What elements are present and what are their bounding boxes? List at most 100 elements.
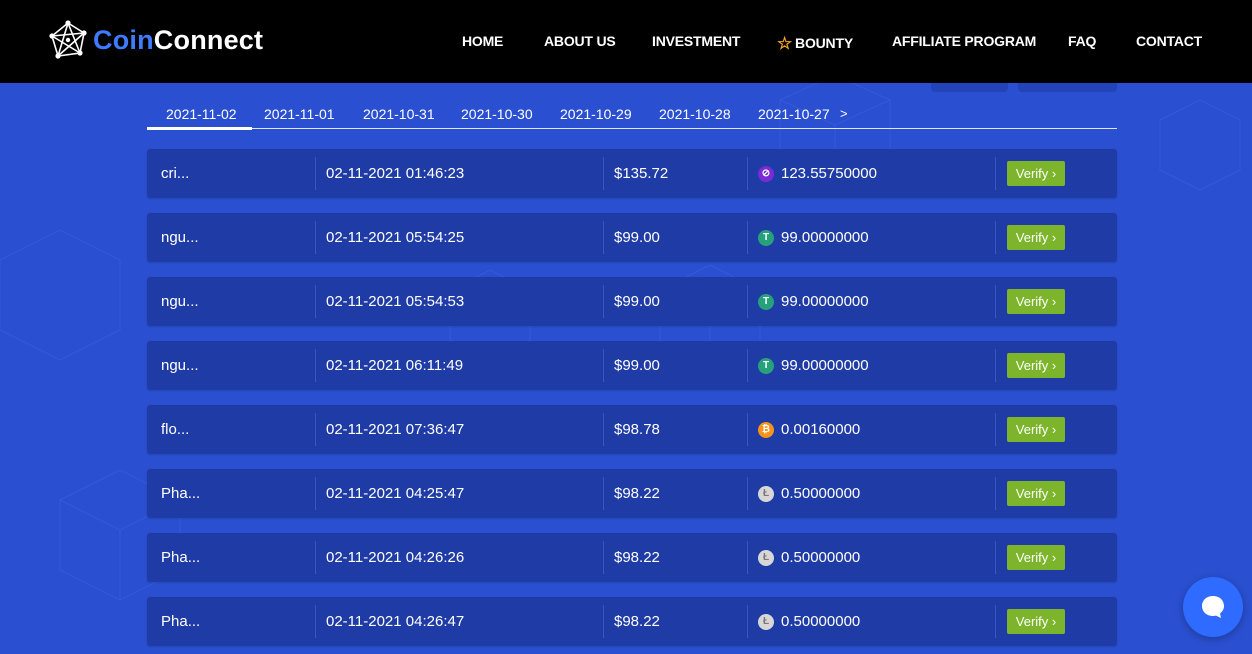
nav-home[interactable]: HOME — [462, 33, 503, 49]
row-coin-amount: 0.50000000 — [781, 549, 861, 566]
row-usd-amount: $98.22 — [614, 613, 660, 630]
column-divider — [747, 413, 748, 446]
nav-faq[interactable]: FAQ — [1068, 33, 1096, 49]
column-divider — [603, 541, 604, 574]
verify-button[interactable]: Verify › — [1007, 161, 1065, 186]
column-divider — [603, 605, 604, 638]
nav-investment[interactable]: INVESTMENT — [652, 33, 740, 49]
chat-button[interactable] — [1183, 577, 1243, 637]
column-divider — [747, 349, 748, 382]
row-username: Pha... — [161, 613, 201, 630]
table-row: Pha... 02-11-2021 04:26:26 $98.22 Ł 0.500000… — [147, 533, 1117, 582]
nav-about-us[interactable]: ABOUT US — [544, 33, 616, 49]
column-divider — [315, 605, 316, 638]
tab-date-1[interactable]: 2021-11-01 — [264, 106, 335, 122]
column-divider — [603, 221, 604, 254]
nav-bounty-label: BOUNTY — [795, 35, 853, 51]
row-coin-amount: 99.00000000 — [781, 293, 869, 310]
column-divider — [747, 157, 748, 190]
chat-bubble-icon — [1202, 596, 1224, 618]
table-row: cri... 02-11-2021 01:46:23 $135.72 ⊘ 123.557… — [147, 149, 1117, 198]
row-coin-amount: 0.00160000 — [781, 421, 861, 438]
row-username: Pha... — [161, 485, 201, 502]
verify-button[interactable]: Verify › — [1007, 353, 1065, 378]
verify-button[interactable]: Verify › — [1007, 417, 1065, 442]
table-row: ngu... 02-11-2021 06:11:49 $99.00 T 99.00000… — [147, 341, 1117, 390]
table-row: Pha... 02-11-2021 04:25:47 $98.22 Ł 0.500000… — [147, 469, 1117, 518]
table-row: ngu... 02-11-2021 05:54:53 $99.00 T 99.00000… — [147, 277, 1117, 326]
tab-date-0[interactable]: 2021-11-02 — [166, 106, 237, 122]
verify-button[interactable]: Verify › — [1007, 481, 1065, 506]
column-divider — [315, 541, 316, 574]
tab-date-6[interactable]: 2021-10-27 — [758, 106, 830, 122]
tab-date-4[interactable]: 2021-10-29 — [560, 106, 632, 122]
row-coin-amount-cell: T 99.00000000 — [758, 213, 869, 262]
row-username: ngu... — [161, 229, 199, 246]
verify-button[interactable]: Verify › — [1007, 225, 1065, 250]
column-divider — [995, 221, 996, 254]
tether-icon: T — [758, 293, 774, 310]
column-divider — [995, 157, 996, 190]
row-coin-amount-cell: T 99.00000000 — [758, 341, 869, 390]
tab-date-5[interactable]: 2021-10-28 — [659, 106, 731, 122]
row-usd-amount: $99.00 — [614, 229, 660, 246]
column-divider — [995, 413, 996, 446]
nav-bounty[interactable]: ☆ BOUNTY — [777, 33, 853, 53]
date-tabs: 2021-11-02 2021-11-01 2021-10-31 2021-10… — [147, 96, 1117, 130]
row-timestamp: 02-11-2021 04:26:26 — [326, 549, 465, 566]
row-usd-amount: $135.72 — [614, 165, 669, 182]
row-timestamp: 02-11-2021 04:25:47 — [326, 485, 465, 502]
row-username: ngu... — [161, 293, 199, 310]
row-coin-amount: 99.00000000 — [781, 357, 869, 374]
column-divider — [747, 541, 748, 574]
row-coin-amount-cell: T 99.00000000 — [758, 277, 869, 326]
tether-icon: T — [758, 357, 774, 374]
row-coin-amount-cell: Ł 0.50000000 — [758, 533, 860, 582]
row-coin-amount: 0.50000000 — [781, 613, 861, 630]
column-divider — [603, 349, 604, 382]
row-username: cri... — [161, 165, 190, 182]
column-divider — [995, 477, 996, 510]
row-timestamp: 02-11-2021 01:46:23 — [326, 165, 465, 182]
column-divider — [603, 285, 604, 318]
tab-next-arrow[interactable]: > — [840, 106, 848, 121]
column-divider — [603, 477, 604, 510]
table-row: ngu... 02-11-2021 05:54:25 $99.00 T 99.00000… — [147, 213, 1117, 262]
row-timestamp: 02-11-2021 05:54:53 — [326, 293, 465, 310]
column-divider — [315, 413, 316, 446]
column-divider — [995, 605, 996, 638]
tab-date-3[interactable]: 2021-10-30 — [461, 106, 533, 122]
row-coin-amount-cell: ₿ 0.00160000 — [758, 405, 860, 454]
row-usd-amount: $98.78 — [614, 421, 660, 438]
table-row: Pha... 02-11-2021 04:26:47 $98.22 Ł 0.500000… — [147, 597, 1117, 646]
top-navigation-bar: CoinConnect HOME ABOUT US INVESTMENT ☆ BO… — [0, 0, 1252, 83]
row-timestamp: 02-11-2021 06:11:49 — [326, 357, 464, 374]
column-divider — [995, 349, 996, 382]
bitcoin-icon: ₿ — [758, 421, 774, 438]
row-usd-amount: $99.00 — [614, 293, 660, 310]
tether-icon: T — [758, 229, 774, 246]
verify-button[interactable]: Verify › — [1007, 609, 1065, 634]
row-coin-amount: 99.00000000 — [781, 229, 869, 246]
column-divider — [995, 541, 996, 574]
row-username: flo... — [161, 421, 190, 438]
active-tab-indicator — [147, 127, 252, 130]
column-divider — [315, 285, 316, 318]
row-usd-amount: $98.22 — [614, 485, 660, 502]
nav-contact[interactable]: CONTACT — [1136, 33, 1202, 49]
row-timestamp: 02-11-2021 04:26:47 — [326, 613, 465, 630]
column-divider — [747, 605, 748, 638]
row-timestamp: 02-11-2021 05:54:25 — [326, 229, 465, 246]
star-icon: ☆ — [777, 34, 793, 53]
row-coin-amount-cell: Ł 0.50000000 — [758, 469, 860, 518]
stellar-icon: ⊘ — [758, 165, 774, 182]
nav-affiliate-program[interactable]: AFFILIATE PROGRAM — [892, 33, 1036, 49]
verify-button[interactable]: Verify › — [1007, 545, 1065, 570]
row-coin-amount: 123.55750000 — [781, 165, 877, 182]
tab-date-2[interactable]: 2021-10-31 — [363, 106, 435, 122]
litecoin-icon: Ł — [758, 613, 774, 630]
column-divider — [315, 157, 316, 190]
verify-button[interactable]: Verify › — [1007, 289, 1065, 314]
table-row: flo... 02-11-2021 07:36:47 $98.78 ₿ 0.001600… — [147, 405, 1117, 454]
row-username: Pha... — [161, 549, 201, 566]
